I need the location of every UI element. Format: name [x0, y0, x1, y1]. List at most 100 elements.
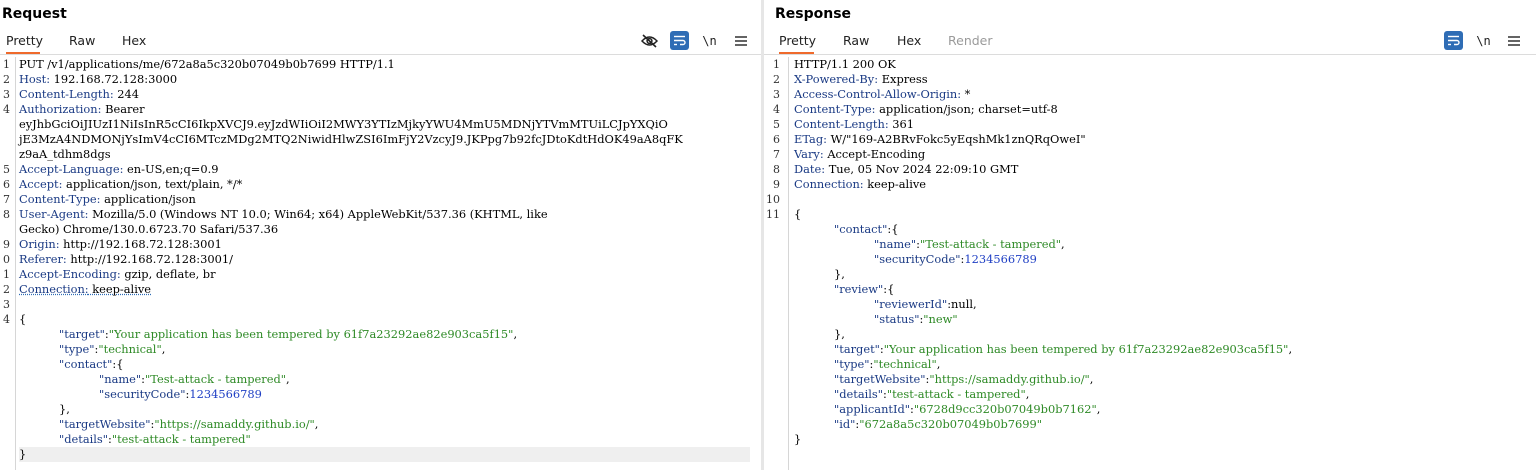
code-text: {: [19, 312, 27, 326]
code-key: Content-Length:: [794, 117, 889, 131]
line-number: 8: [773, 163, 780, 176]
code-text: W/"169-A2BRvFokc5yEqshMk1znQRqOweI": [826, 132, 1086, 146]
code-line: "name":"Test-attack - tampered",: [19, 372, 290, 387]
code-line: "details":"test-attack - tampered",: [794, 387, 1029, 402]
request-line-gutter: 1 2 3 4 5 6 7 8 9 0 1 2 3 4: [0, 57, 16, 470]
code-key: "type": [59, 342, 95, 356]
code-line: jE3MzA4NDMONjYsImV4cCI6MTczMDg2MTQ2Niwid…: [19, 132, 683, 147]
request-tab-pretty[interactable]: Pretty: [6, 34, 43, 54]
code-key: "id": [834, 417, 856, 431]
response-editor[interactable]: 1 2 3 4 5 6 7 8 9 10 11 HTTP/1.1 200 OK X-Powered-B…: [764, 57, 1536, 470]
code-key: ETag:: [794, 132, 827, 146]
code-text: en-US,en;q=0.9: [123, 162, 219, 176]
code-line: User-Agent: Mozilla/5.0 (Windows NT 10.0…: [19, 207, 548, 222]
line-number: 9: [773, 178, 780, 191]
code-line: "contact":{: [794, 222, 898, 237]
code-text: {: [794, 207, 802, 221]
json-string-value: "Your application has been tempered by 6…: [883, 342, 1289, 356]
request-tab-raw[interactable]: Raw: [69, 34, 95, 52]
code-text: :{: [112, 357, 124, 371]
code-key: Content-Type:: [794, 102, 876, 116]
json-string-value: "6728d9cc320b07049b0b7162": [913, 402, 1097, 416]
code-line: "applicantId":"6728d9cc320b07049b0b7162"…: [794, 402, 1100, 417]
code-punctuation: ,: [1089, 372, 1094, 386]
code-punctuation: ,: [161, 342, 166, 356]
code-line: {: [19, 312, 26, 327]
code-text: application/json: [100, 192, 196, 206]
line-number: 2: [3, 283, 10, 296]
line-number: 1: [3, 58, 10, 71]
code-line: z9aA_tdhm8dgs: [19, 147, 111, 162]
code-key: "type": [834, 357, 870, 371]
code-line: "review":{: [794, 282, 894, 297]
response-panel: Response Pretty Raw Hex Render \n 123456…: [764, 0, 1536, 470]
code-line: "name":"Test-attack - tampered",: [794, 237, 1065, 252]
code-punctuation: ,: [936, 357, 941, 371]
code-line: "target":"Your application has been temp…: [794, 342, 1292, 357]
json-string-value: "new": [923, 312, 958, 326]
line-number: 3: [3, 298, 10, 311]
word-wrap-icon[interactable]: [1444, 31, 1463, 50]
json-number-value: 1234566789: [964, 252, 1037, 266]
line-number: 4: [3, 313, 10, 326]
code-line: Access-Control-Allow-Origin: *: [794, 87, 970, 102]
code-line: "targetWebsite":"https://samaddy.github.…: [794, 372, 1093, 387]
code-line: "reviewerId":null,: [794, 297, 977, 312]
line-number: 5: [3, 163, 10, 176]
response-tab-raw[interactable]: Raw: [843, 34, 869, 52]
response-tab-pretty[interactable]: Pretty: [779, 34, 816, 54]
code-punctuation: ,: [286, 372, 290, 386]
code-line: "id":"672a8a5c320b07049b0b7699": [794, 417, 1042, 432]
code-text: *: [961, 87, 971, 101]
show-newlines-button[interactable]: \n: [1474, 31, 1493, 50]
code-key: User-Agent:: [19, 207, 89, 221]
code-text: Accept-Encoding: [823, 147, 926, 161]
code-line: ETag: W/"169-A2BRvFokc5yEqshMk1znQRqOweI…: [794, 132, 1086, 147]
code-text: gzip, deflate, br: [120, 267, 216, 281]
code-key: "contact": [834, 222, 888, 236]
code-line: Origin: http://192.168.72.128:3001: [19, 237, 222, 252]
response-title: Response: [775, 6, 852, 22]
show-newlines-button[interactable]: \n: [700, 31, 719, 50]
code-line: },: [19, 402, 70, 417]
code-key: "securityCode": [99, 387, 186, 401]
code-key: "target": [834, 342, 880, 356]
code-text: }: [19, 447, 27, 461]
request-tab-hex[interactable]: Hex: [122, 34, 146, 52]
code-key: Date:: [794, 162, 826, 176]
json-string-value: "Your application has been tempered by 6…: [108, 327, 514, 341]
code-punctuation: ,: [1096, 402, 1101, 416]
line-number: 2: [3, 73, 10, 86]
code-line: },: [794, 327, 845, 342]
code-line: "type":"technical",: [19, 342, 165, 357]
line-number: 10: [766, 193, 780, 206]
code-text: application/json, text/plain, */*: [62, 177, 243, 191]
code-text: keep-alive: [863, 177, 927, 191]
code-key: "review": [834, 282, 884, 296]
menu-icon[interactable]: [1504, 31, 1523, 50]
code-text: keep-alive: [88, 282, 152, 296]
code-line: PUT /v1/applications/me/672a8a5c320b0704…: [19, 57, 395, 72]
word-wrap-icon[interactable]: [670, 31, 689, 50]
json-string-value: "Test-attack - tampered": [145, 372, 286, 386]
line-number: 1: [773, 58, 780, 71]
json-string-value: "technical": [873, 357, 937, 371]
code-key: Host:: [19, 72, 51, 86]
code-line: "securityCode":1234566789: [19, 387, 262, 402]
response-tab-hex[interactable]: Hex: [897, 34, 921, 52]
request-editor[interactable]: 1 2 3 4 5 6 7 8 9 0 1 2 3 4 PUT /v1/applications/me/6…: [0, 57, 761, 470]
code-line: }: [19, 447, 750, 462]
code-line: Accept-Encoding: gzip, deflate, br: [19, 267, 216, 282]
code-text: PUT /v1/applications/me/672a8a5c320b0704…: [19, 57, 395, 71]
code-text: 244: [113, 87, 140, 101]
code-line: Referer: http://192.168.72.128:3001/: [19, 252, 233, 267]
code-text: Mozilla/5.0 (Windows NT 10.0; Win64; x64…: [88, 207, 548, 221]
code-key: "reviewerId": [874, 297, 948, 311]
menu-icon[interactable]: [731, 31, 750, 50]
response-line-gutter: 1 2 3 4 5 6 7 8 9 10 11: [764, 57, 789, 470]
line-number: 9: [3, 238, 10, 251]
line-number: 7: [773, 148, 780, 161]
code-line: Content-Length: 244: [19, 87, 139, 102]
hide-eye-icon[interactable]: [640, 31, 659, 50]
code-key: "name": [874, 237, 917, 251]
